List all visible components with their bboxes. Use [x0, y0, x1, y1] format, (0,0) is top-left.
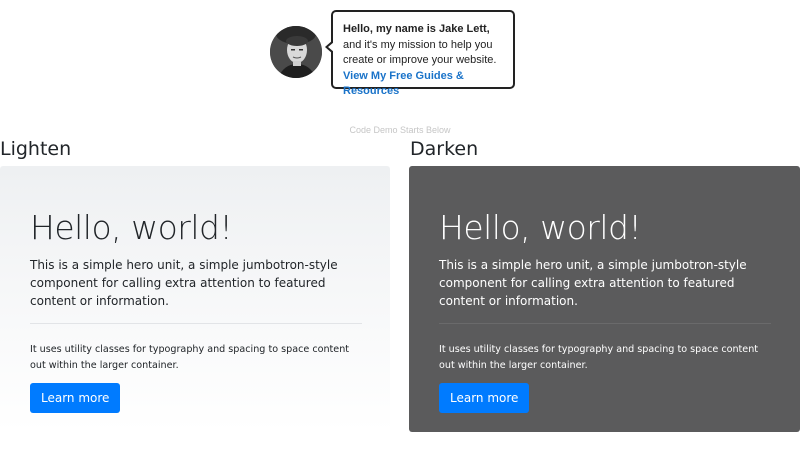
jumbotron-lead: This is a simple hero unit, a simple jum…: [439, 258, 747, 308]
author-banner: Hello, my name is Jake Lett, and it's my…: [270, 10, 520, 97]
code-demo-caption: Code Demo Starts Below: [349, 125, 451, 135]
jumbotron-heading: Hello, world!: [30, 208, 233, 247]
bubble-pointer: [325, 40, 334, 54]
intro-speech-bubble: Hello, my name is Jake Lett, and it's my…: [325, 10, 515, 97]
lighten-jumbotron: Hello, world! This is a simple hero unit…: [0, 166, 390, 432]
intro-name: Hello, my name is Jake Lett,: [343, 23, 490, 35]
jumbotron-heading: Hello, world!: [439, 208, 642, 247]
learn-more-button[interactable]: Learn more: [439, 383, 530, 413]
lighten-section-title: Lighten: [0, 138, 72, 160]
darken-jumbotron: Hello, world! This is a simple hero unit…: [409, 166, 800, 432]
avatar-portrait-icon: [270, 26, 322, 78]
page: Hello, my name is Jake Lett, and it's my…: [0, 0, 800, 450]
jumbotron-divider: [439, 323, 771, 324]
jumbotron-body: It uses utility classes for typography a…: [439, 344, 759, 371]
avatar: [270, 26, 322, 78]
free-guides-link[interactable]: View My Free Guides & Resources: [343, 70, 464, 98]
intro-text: and it's my mission to help you create o…: [343, 38, 497, 67]
jumbotron-divider: [30, 323, 362, 324]
jumbotron-body: It uses utility classes for typography a…: [30, 344, 350, 371]
jumbotron-lead: This is a simple hero unit, a simple jum…: [30, 258, 338, 308]
learn-more-button[interactable]: Learn more: [30, 383, 121, 413]
darken-section-title: Darken: [410, 138, 479, 160]
